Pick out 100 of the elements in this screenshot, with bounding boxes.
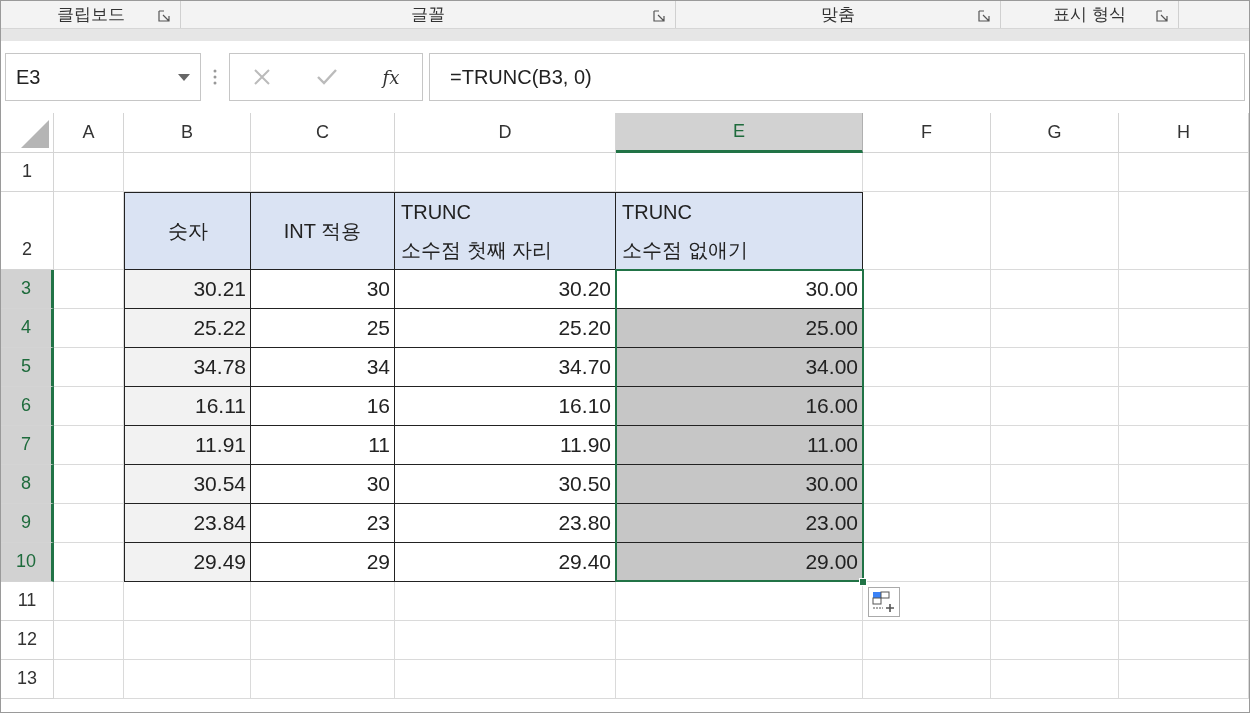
empty-cell[interactable] <box>1119 387 1249 426</box>
column-header[interactable]: D <box>395 113 616 153</box>
table-cell: 25 <box>251 309 395 348</box>
name-box[interactable]: E3 <box>5 53 201 101</box>
empty-cell[interactable] <box>991 465 1119 504</box>
column-header[interactable]: E <box>616 113 863 153</box>
empty-cell[interactable] <box>1119 426 1249 465</box>
empty-cell[interactable] <box>863 153 991 192</box>
ribbon-group-label: 맞춤 <box>821 3 855 26</box>
cell-reference: E3 <box>16 65 41 90</box>
empty-cell[interactable] <box>124 621 251 660</box>
table-cell: 23.00 <box>616 504 863 543</box>
quick-analysis-icon <box>872 591 896 613</box>
empty-cell[interactable] <box>1119 309 1249 348</box>
empty-cell[interactable] <box>251 621 395 660</box>
table-cell: 11 <box>251 426 395 465</box>
table-cell: 11.91 <box>124 426 251 465</box>
header-cell: TRUNC 소수점 첫째 자리 <box>395 192 616 270</box>
empty-cell[interactable] <box>616 660 863 699</box>
dialog-launcher-icon[interactable] <box>1156 10 1168 22</box>
row-header[interactable]: 5 <box>1 348 54 387</box>
row-header[interactable]: 2 <box>1 192 54 270</box>
row-header[interactable]: 13 <box>1 660 54 699</box>
empty-cell[interactable] <box>1119 153 1249 192</box>
column-header[interactable]: B <box>124 113 251 153</box>
row-header[interactable]: 1 <box>1 153 54 192</box>
empty-cell[interactable] <box>991 153 1119 192</box>
empty-cell[interactable] <box>1119 660 1249 699</box>
ribbon-group-label: 글꼴 <box>411 3 445 26</box>
ribbon-group-label: 클립보드 <box>56 3 125 26</box>
dialog-launcher-icon[interactable] <box>978 10 990 22</box>
column-header[interactable]: C <box>251 113 395 153</box>
empty-cell[interactable] <box>1119 270 1249 309</box>
empty-cell[interactable] <box>991 192 1119 270</box>
checkmark-icon[interactable] <box>315 68 338 86</box>
empty-cell[interactable] <box>395 582 616 621</box>
empty-cell[interactable] <box>991 621 1119 660</box>
insert-function-button[interactable]: fx <box>382 63 400 91</box>
table-cell: 30.54 <box>124 465 251 504</box>
ribbon-group-label: 표시 형식 <box>1053 3 1126 26</box>
row-header[interactable]: 10 <box>1 543 54 582</box>
table-cell: 23 <box>251 504 395 543</box>
empty-cell[interactable] <box>991 387 1119 426</box>
row-header[interactable]: 6 <box>1 387 54 426</box>
header-cell: 숫자 <box>124 192 251 270</box>
row-header[interactable]: 11 <box>1 582 54 621</box>
header-cell: TRUNC 소수점 없애기 <box>616 192 863 270</box>
row-header[interactable]: 9 <box>1 504 54 543</box>
table-cell: 25.00 <box>616 309 863 348</box>
table-cell: 30 <box>251 270 395 309</box>
empty-cell[interactable] <box>991 660 1119 699</box>
empty-cell[interactable] <box>616 621 863 660</box>
column-header[interactable]: H <box>1119 113 1249 153</box>
table-cell: 25.22 <box>124 309 251 348</box>
empty-cell[interactable] <box>1119 621 1249 660</box>
empty-cell[interactable] <box>991 348 1119 387</box>
empty-cell[interactable] <box>1119 465 1249 504</box>
column-header[interactable]: G <box>991 113 1119 153</box>
table-cell: 30 <box>251 465 395 504</box>
empty-cell[interactable] <box>124 582 251 621</box>
empty-cell[interactable] <box>991 270 1119 309</box>
table-cell: 11.00 <box>616 426 863 465</box>
empty-cell[interactable] <box>1119 582 1249 621</box>
fill-handle[interactable] <box>859 578 867 586</box>
empty-cell[interactable] <box>991 543 1119 582</box>
more-options-icon <box>213 69 217 85</box>
table-cell: 30.00 <box>616 465 863 504</box>
empty-cell[interactable] <box>251 660 395 699</box>
row-header[interactable]: 4 <box>1 309 54 348</box>
formula-text: =TRUNC(B3, 0) <box>450 65 592 90</box>
dialog-launcher-icon[interactable] <box>653 10 665 22</box>
table-cell: 16.11 <box>124 387 251 426</box>
row-header[interactable]: 7 <box>1 426 54 465</box>
table-cell: 34.00 <box>616 348 863 387</box>
table-cell: 29.00 <box>616 543 863 582</box>
empty-cell[interactable] <box>1119 192 1249 270</box>
empty-cell[interactable] <box>991 582 1119 621</box>
empty-cell[interactable] <box>1119 348 1249 387</box>
cancel-icon[interactable] <box>252 68 271 86</box>
column-header[interactable]: A <box>54 113 124 153</box>
empty-cell[interactable] <box>395 621 616 660</box>
empty-cell[interactable] <box>1119 543 1249 582</box>
empty-cell[interactable] <box>991 504 1119 543</box>
empty-cell[interactable] <box>395 660 616 699</box>
table-cell: 16 <box>251 387 395 426</box>
empty-cell[interactable] <box>863 621 991 660</box>
empty-cell[interactable] <box>124 660 251 699</box>
empty-cell[interactable] <box>991 309 1119 348</box>
quick-analysis-button[interactable] <box>868 587 900 617</box>
select-all-icon[interactable] <box>21 120 49 148</box>
row-header[interactable]: 3 <box>1 270 54 309</box>
empty-cell[interactable] <box>863 660 991 699</box>
row-header[interactable]: 8 <box>1 465 54 504</box>
column-header[interactable]: F <box>863 113 991 153</box>
row-header[interactable]: 12 <box>1 621 54 660</box>
formula-bar[interactable]: =TRUNC(B3, 0) <box>429 53 1245 101</box>
empty-cell[interactable] <box>991 426 1119 465</box>
empty-cell[interactable] <box>1119 504 1249 543</box>
dialog-launcher-icon[interactable] <box>158 10 170 22</box>
empty-cell[interactable] <box>251 582 395 621</box>
